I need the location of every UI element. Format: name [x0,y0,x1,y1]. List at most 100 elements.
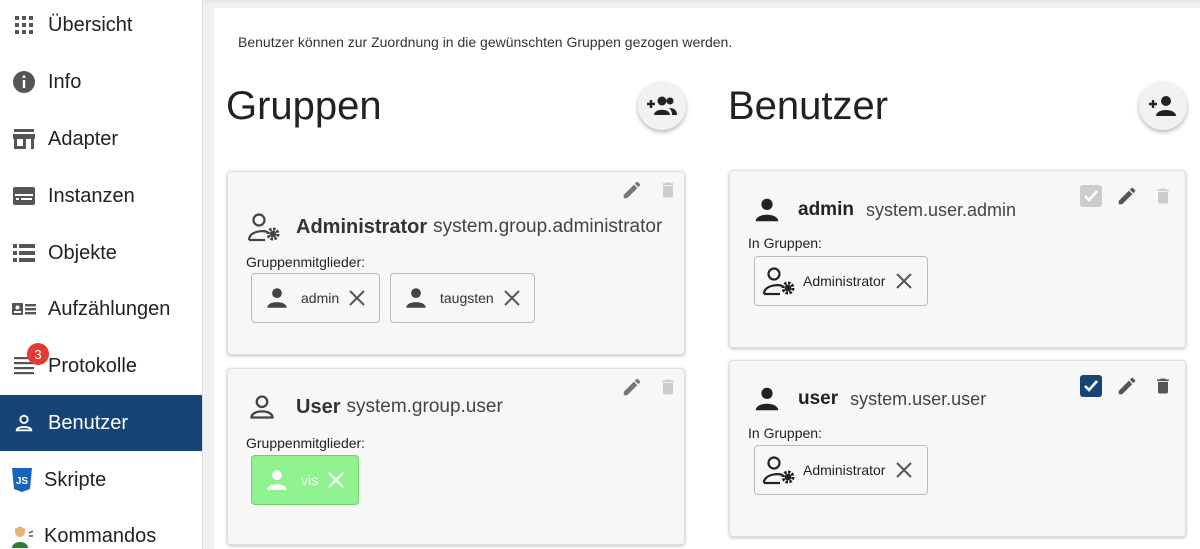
svg-text:JS: JS [16,476,29,487]
checkbox-checked-icon [1080,185,1102,207]
group-name: User [296,395,341,418]
sidebar-item-label: Skripte [44,468,107,491]
trash-icon [1157,188,1169,204]
trash-icon [662,379,674,395]
edit-group-button[interactable] [620,178,644,202]
notification-badge: 3 [27,343,49,365]
checkbox-checked-icon [1080,375,1102,397]
member-chip[interactable]: vis [251,455,359,505]
add-user-button[interactable] [1139,82,1187,130]
member-name: taugsten [440,290,494,306]
add-group-button[interactable] [638,82,686,130]
sidebar-item-label: Info [48,70,82,93]
sidebar-item-aufzaehlungen[interactable]: Aufzählungen [0,281,202,337]
delete-user-button[interactable] [1151,374,1175,398]
group-admin-icon [763,456,795,485]
sidebar-item-info[interactable]: Info [0,54,202,110]
person-icon [267,288,287,308]
delete-group-button[interactable] [656,375,680,399]
pencil-icon [623,378,641,396]
sidebar-item-instanzen[interactable]: Instanzen [0,168,202,224]
pencil-icon [623,181,641,199]
sidebar-item-label: Adapter [48,127,119,150]
store-icon [12,127,36,151]
user-card-admin[interactable]: admin system.user.admin In Gruppen: Admi… [729,170,1186,348]
delete-user-button[interactable] [1151,184,1175,208]
edit-user-button[interactable] [1115,184,1139,208]
edit-group-button[interactable] [620,375,644,399]
groups-title: Gruppen [226,84,382,128]
in-groups-label: In Gruppen: [748,235,822,251]
remove-group-icon[interactable] [895,272,913,290]
sidebar-item-label: Benutzer [48,411,129,434]
member-chip[interactable]: taugsten [390,273,535,323]
enable-user-checkbox[interactable] [1079,184,1103,208]
members-label: Gruppenmitglieder: [246,254,366,270]
drag-hint: Benutzer können zur Zuordnung in die gew… [238,34,733,50]
commands-icon [10,524,34,548]
in-groups-label: In Gruppen: [748,425,822,441]
trash-icon [1157,378,1169,394]
remove-member-icon[interactable] [327,471,345,489]
sidebar-item-kommandos[interactable]: Kommandos [0,508,202,549]
user-name: user [798,388,839,409]
members-label: Gruppenmitglieder: [246,435,366,451]
user-card-user[interactable]: user system.user.user In Gruppen: Admini… [729,360,1186,537]
member-name: vis [301,472,319,488]
sidebar-item-skripte[interactable]: JS Skripte [0,452,202,508]
users-title: Benutzer [728,84,889,128]
group-id: system.group.administrator [433,216,663,237]
remove-group-icon[interactable] [895,461,913,479]
group-name: Administrator [296,215,428,238]
enum-icon [12,297,36,321]
group-chip[interactable]: Administrator [754,445,928,495]
add-user-icon [1149,96,1176,116]
person-icon [755,387,779,411]
sidebar-item-label: Protokolle [48,354,137,377]
delete-group-button[interactable] [656,178,680,202]
top-divider [204,0,1200,3]
sidebar-item-label: Übersicht [48,13,133,36]
group-chip-name: Administrator [803,273,886,289]
info-icon [12,70,36,94]
grid-icon [12,13,36,37]
add-group-icon [647,96,677,115]
remove-member-icon[interactable] [348,289,366,307]
user-id: system.user.user [850,388,987,409]
person-icon [406,288,426,308]
sidebar-item-benutzer[interactable]: Benutzer [0,395,202,451]
group-id: system.group.user [346,396,503,417]
list-icon [12,241,36,265]
person-outline-icon [250,395,274,419]
trash-icon [662,182,674,198]
person-icon [755,198,779,222]
remove-member-icon[interactable] [503,289,521,307]
member-name: admin [301,290,340,306]
user-icon [12,411,36,435]
sidebar: Übersicht Info Adapter Instanzen Objekte… [0,0,203,549]
pencil-icon [1118,377,1136,395]
enable-user-checkbox[interactable] [1079,374,1103,398]
group-admin-icon [248,213,280,242]
group-admin-icon [763,267,795,296]
sidebar-item-label: Instanzen [48,184,135,207]
group-card-user[interactable]: User system.group.user Gruppenmitglieder… [227,368,685,545]
sidebar-item-label: Kommandos [44,524,157,547]
sidebar-item-uebersicht[interactable]: Übersicht [0,0,202,53]
edit-user-button[interactable] [1115,374,1139,398]
group-chip[interactable]: Administrator [754,256,928,306]
group-chip-name: Administrator [803,462,886,478]
js-icon: JS [10,468,34,492]
pencil-icon [1118,187,1136,205]
sidebar-item-adapter[interactable]: Adapter [0,111,202,167]
sidebar-item-label: Objekte [48,241,117,264]
user-id: system.user.admin [865,199,1017,220]
instances-icon [12,184,36,208]
group-card-administrator[interactable]: Administrator system.group.administrator… [227,171,685,355]
sidebar-item-objekte[interactable]: Objekte [0,225,202,281]
sidebar-item-protokolle[interactable]: 3 Protokolle [0,338,202,394]
sidebar-item-label: Aufzählungen [48,297,171,320]
person-icon [267,470,287,490]
member-chip[interactable]: admin [251,273,380,323]
user-name: admin [798,199,854,220]
